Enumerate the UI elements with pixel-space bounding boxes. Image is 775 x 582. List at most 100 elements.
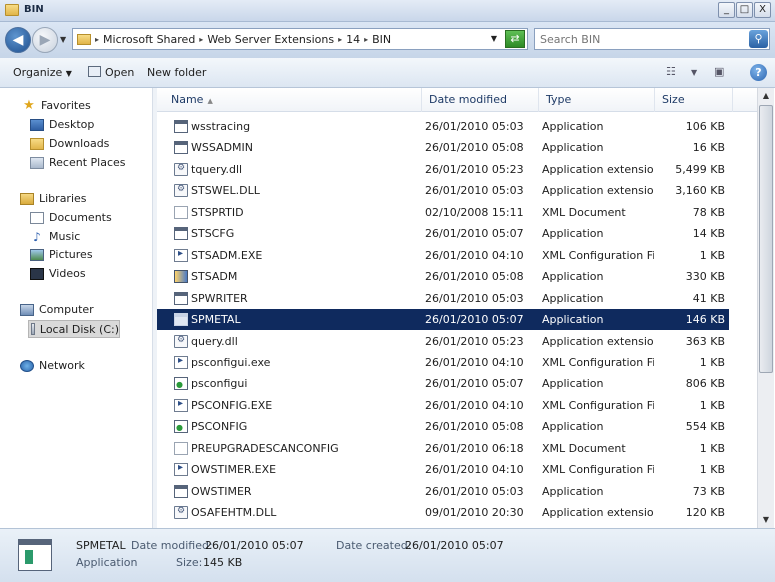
search-input[interactable] xyxy=(535,29,735,49)
address-bar[interactable]: ▸ Microsoft Shared ▸ Web Server Extensio… xyxy=(72,28,528,50)
preview-pane-icon[interactable]: ▣ xyxy=(714,65,724,78)
file-type: Application xyxy=(542,420,604,434)
file-name: STSPRTID xyxy=(191,205,244,219)
organize-button[interactable]: Organize ▼ xyxy=(13,66,72,79)
open-button[interactable]: Open xyxy=(88,66,134,79)
nav-desktop[interactable]: Desktop xyxy=(30,118,94,131)
file-row[interactable]: STSADM 26/01/2010 05:08 Application 330 KB xyxy=(157,266,729,287)
file-date-modified: 26/01/2010 05:03 xyxy=(425,291,524,305)
file-name: SPWRITER xyxy=(191,291,248,305)
file-row[interactable]: OWSTIMER 26/01/2010 05:03 Application 73 KB xyxy=(157,481,729,502)
new-folder-button[interactable]: New folder xyxy=(147,66,206,79)
file-row[interactable]: query.dll 26/01/2010 05:23 Application ext… xyxy=(157,331,729,352)
nav-local-disk[interactable]: Local Disk (C:) xyxy=(28,320,120,338)
nav-label: Recent Places xyxy=(49,156,126,169)
address-dropdown-icon[interactable]: ▼ xyxy=(491,34,497,43)
application-icon xyxy=(174,227,188,241)
chevron-down-icon: ▼ xyxy=(65,69,72,78)
chevron-right-icon[interactable]: ▸ xyxy=(364,35,368,44)
nav-downloads[interactable]: Downloads xyxy=(30,137,109,150)
file-row[interactable]: tquery.dll 26/01/2010 05:23 Application ex… xyxy=(157,159,729,180)
application-icon xyxy=(174,120,188,133)
network-icon xyxy=(20,359,34,372)
file-type: XML Document xyxy=(542,205,626,219)
search-box: ⚲ xyxy=(534,28,770,50)
file-size: 120 KB xyxy=(685,506,725,520)
forward-button[interactable]: ▶ xyxy=(32,27,58,53)
scroll-thumb[interactable] xyxy=(759,105,773,373)
nav-label: Network xyxy=(39,359,85,372)
column-label: Name xyxy=(171,93,204,106)
search-icon[interactable]: ⚲ xyxy=(749,30,768,48)
nav-label: Favorites xyxy=(41,99,91,112)
file-row[interactable]: SPWRITER 26/01/2010 05:03 Application 41 KB xyxy=(157,288,729,309)
downloads-icon xyxy=(30,137,44,150)
file-row[interactable]: psconfigui.exe 26/01/2010 04:10 XML Config… xyxy=(157,352,729,373)
scroll-down-button[interactable]: ▼ xyxy=(758,512,774,528)
file-name: STSADM.EXE xyxy=(191,248,263,262)
refresh-icon[interactable]: ⇄ xyxy=(505,30,525,48)
file-name: OWSTIMER xyxy=(191,484,252,498)
file-row[interactable]: wsstracing 26/01/2010 05:03 Application 106… xyxy=(157,116,729,137)
views-icon[interactable]: ☷ xyxy=(666,65,676,78)
nav-music[interactable]: ♪ Music xyxy=(30,230,80,243)
recent-pages-dropdown[interactable]: ▼ xyxy=(60,35,66,44)
chevron-right-icon[interactable]: ▸ xyxy=(95,35,99,44)
file-row[interactable]: PSCONFIG 26/01/2010 05:08 Application 554 K… xyxy=(157,416,729,437)
close-button[interactable]: X xyxy=(754,2,771,18)
file-type: Application xyxy=(542,377,604,391)
nav-pictures[interactable]: Pictures xyxy=(30,248,93,261)
file-date-modified: 26/01/2010 04:10 xyxy=(425,248,524,262)
file-row[interactable]: STSADM.EXE 26/01/2010 04:10 XML Configurat… xyxy=(157,245,729,266)
breadcrumb-microsoft-shared[interactable]: Microsoft Shared xyxy=(103,33,195,46)
minimize-button[interactable]: _ xyxy=(718,2,735,18)
file-row[interactable]: WSSADMIN 26/01/2010 05:08 Application 16 KB xyxy=(157,137,729,158)
nav-libraries[interactable]: Libraries xyxy=(20,192,87,205)
address-row: ◀ ▶ ▼ ▸ Microsoft Shared ▸ Web Server Ex… xyxy=(0,22,775,58)
nav-documents[interactable]: Documents xyxy=(30,211,112,224)
chevron-right-icon[interactable]: ▸ xyxy=(199,35,203,44)
back-button[interactable]: ◀ xyxy=(5,27,31,53)
file-row[interactable]: OSAFEHTM.DLL 09/01/2010 20:30 Application … xyxy=(157,502,729,523)
column-header-date[interactable]: Date modified xyxy=(422,88,539,112)
nav-computer[interactable]: Computer xyxy=(20,303,94,316)
column-header-name[interactable]: Name ▲ xyxy=(157,88,422,112)
views-dropdown-icon[interactable]: ▼ xyxy=(691,68,697,77)
file-name: STSCFG xyxy=(191,227,235,241)
file-row[interactable]: SPMETAL 26/01/2010 05:07 Application 146 KB xyxy=(157,309,729,331)
file-type: Application xyxy=(542,291,604,305)
column-header-type[interactable]: Type xyxy=(539,88,655,112)
open-label: Open xyxy=(105,66,135,79)
file-size: 554 KB xyxy=(685,420,725,434)
file-type: Application xyxy=(542,120,604,133)
file-name: PSCONFIG xyxy=(191,420,248,434)
file-type: XML Configuration File xyxy=(542,355,654,369)
details-created-label: Date created: xyxy=(336,539,412,552)
pictures-icon xyxy=(30,248,44,261)
nav-videos[interactable]: Videos xyxy=(30,267,86,280)
file-row[interactable]: OWSTIMER.EXE 26/01/2010 04:10 XML Configur… xyxy=(157,459,729,480)
breadcrumb-14[interactable]: 14 xyxy=(346,33,360,46)
nav-network[interactable]: Network xyxy=(20,359,85,372)
file-date-modified: 26/01/2010 05:07 xyxy=(425,313,524,327)
chevron-right-icon[interactable]: ▸ xyxy=(338,35,342,44)
help-icon[interactable]: ? xyxy=(750,64,767,81)
file-row[interactable]: STSPRTID 02/10/2008 15:11 XML Document 78 K… xyxy=(157,202,729,223)
file-row[interactable]: STSCFG 26/01/2010 05:07 Application 14 KB xyxy=(157,223,729,244)
file-name: tquery.dll xyxy=(191,162,243,176)
maximize-button[interactable]: □ xyxy=(736,2,753,18)
file-row[interactable]: STSWEL.DLL 26/01/2010 05:03 Application ex… xyxy=(157,180,729,201)
nav-recent-places[interactable]: Recent Places xyxy=(30,156,126,169)
scroll-up-button[interactable]: ▲ xyxy=(758,88,774,104)
file-row[interactable]: PSCONFIG.EXE 26/01/2010 04:10 XML Configur… xyxy=(157,395,729,416)
file-row[interactable]: PREUPGRADESCANCONFIG 26/01/2010 06:18 XML … xyxy=(157,438,729,459)
xml-document-icon xyxy=(174,441,188,455)
breadcrumb-bin[interactable]: BIN xyxy=(372,33,391,46)
details-size-value: 145 KB xyxy=(203,556,243,569)
file-row[interactable]: psconfigui 26/01/2010 05:07 Application 806… xyxy=(157,373,729,394)
breadcrumb-web-server-extensions[interactable]: Web Server Extensions xyxy=(207,33,334,46)
nav-favorites[interactable]: ★ Favorites xyxy=(22,99,91,113)
column-header-size[interactable]: Size xyxy=(655,88,733,112)
vertical-scrollbar[interactable]: ▲ ▼ xyxy=(757,88,774,528)
hard-drive-icon xyxy=(31,323,35,335)
